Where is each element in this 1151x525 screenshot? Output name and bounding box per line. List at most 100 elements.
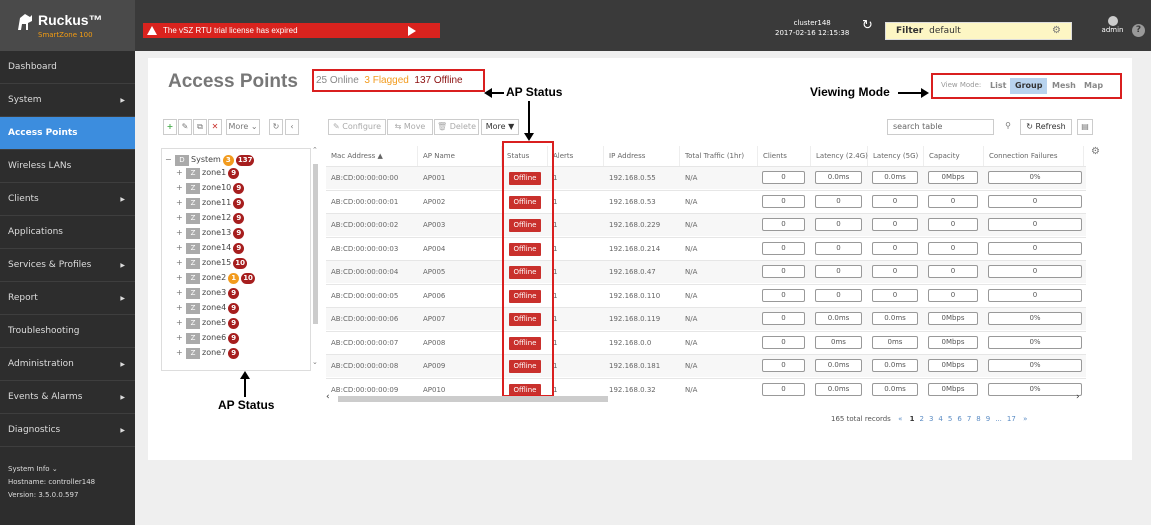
page-number[interactable]: 1 xyxy=(910,415,915,423)
table-row[interactable]: AB:CD:00:00:00:05 AP006 Offline 1 192.168.0.… xyxy=(326,283,1086,307)
play-icon[interactable] xyxy=(408,26,416,36)
table-settings-icon[interactable]: ⚙ xyxy=(1091,146,1100,157)
column-header[interactable]: Latency (5G) xyxy=(868,146,924,166)
clone-icon[interactable]: ⧉ xyxy=(193,119,207,135)
help-icon[interactable]: ? xyxy=(1132,24,1145,37)
tree-zone-item[interactable]: + Zzone3 9 xyxy=(176,286,240,299)
expand-icon[interactable]: + xyxy=(176,181,186,194)
tree-zone-item[interactable]: + Zzone14 9 xyxy=(176,241,245,254)
column-header[interactable]: Total Traffic (1hr) xyxy=(680,146,758,166)
table-scroll-thumb[interactable] xyxy=(338,396,608,402)
expand-icon[interactable]: + xyxy=(176,166,186,179)
column-header[interactable]: AP Name xyxy=(418,146,502,166)
sidebar-item-troubleshooting[interactable]: Troubleshooting xyxy=(0,315,135,348)
sidebar-item-events-alarms[interactable]: Events & Alarms ▶ xyxy=(0,381,135,414)
page-number[interactable]: 2 xyxy=(919,415,923,423)
configure-button[interactable]: ✎ Configure xyxy=(328,119,386,135)
expand-icon[interactable]: + xyxy=(176,301,186,314)
tree-scrollbar[interactable]: ⌃ ⌄ xyxy=(312,146,318,370)
page-number[interactable]: 9 xyxy=(986,415,990,423)
table-refresh-button[interactable]: ↻ Refresh xyxy=(1020,119,1072,135)
expand-icon[interactable]: + xyxy=(176,226,186,239)
sidebar-item-administration[interactable]: Administration ▶ xyxy=(0,348,135,381)
scroll-left-icon[interactable]: ‹ xyxy=(326,392,330,402)
tree-zone-item[interactable]: + Zzone11 9 xyxy=(176,196,245,209)
page-number[interactable]: 3 xyxy=(929,415,933,423)
table-row[interactable]: AB:CD:00:00:00:01 AP002 Offline 1 192.168.0.… xyxy=(326,189,1086,213)
sidebar-item-services-profiles[interactable]: Services & Profiles ▶ xyxy=(0,249,135,282)
column-header[interactable]: IP Address xyxy=(604,146,680,166)
edit-icon[interactable]: ✎ xyxy=(178,119,192,135)
logo[interactable]: Ruckus™ SmartZone 100 xyxy=(0,0,135,51)
chevron-down-icon[interactable]: ⌄ xyxy=(52,465,58,473)
scroll-up-icon[interactable]: ⌃ xyxy=(312,146,318,154)
column-header[interactable]: Latency (2.4G) xyxy=(811,146,868,166)
sidebar-item-dashboard[interactable]: Dashboard xyxy=(0,51,135,84)
sidebar-item-access-points[interactable]: Access Points xyxy=(0,117,135,150)
page-number[interactable]: 4 xyxy=(938,415,942,423)
view-mode-list[interactable]: List xyxy=(985,78,1011,94)
tree-refresh-icon[interactable]: ↻ xyxy=(269,119,283,135)
tree-zone-item[interactable]: + Zzone7 9 xyxy=(176,346,240,359)
table-row[interactable]: AB:CD:00:00:00:04 AP005 Offline 1 192.168.0.… xyxy=(326,260,1086,283)
tree-zone-item[interactable]: + Zzone10 9 xyxy=(176,181,245,194)
refresh-icon[interactable]: ↻ xyxy=(862,18,873,33)
tree-zone-item[interactable]: + Zzone13 9 xyxy=(176,226,245,239)
filter-field[interactable]: Filter default ⚙ xyxy=(885,22,1072,40)
tree-root-system[interactable]: − D System 3 137 xyxy=(165,153,255,166)
tree-scroll-thumb[interactable] xyxy=(313,164,318,324)
column-header[interactable]: Clients xyxy=(758,146,811,166)
page-number[interactable]: 7 xyxy=(967,415,971,423)
prev-page-button[interactable]: « xyxy=(898,415,902,423)
columns-icon[interactable]: ▤ xyxy=(1077,119,1093,135)
table-row[interactable]: AB:CD:00:00:00:07 AP008 Offline 1 192.168.0.… xyxy=(326,330,1086,354)
view-mode-mesh[interactable]: Mesh xyxy=(1047,78,1081,94)
expand-icon[interactable]: + xyxy=(176,211,186,224)
column-header[interactable]: Mac Address ▲ xyxy=(326,146,418,166)
license-alert-banner[interactable]: The vSZ RTU trial license has expired xyxy=(143,23,440,38)
delete-icon[interactable]: ✕ xyxy=(208,119,222,135)
tree-zone-item[interactable]: + Zzone5 9 xyxy=(176,316,240,329)
page-number[interactable]: 6 xyxy=(957,415,961,423)
expand-icon[interactable]: + xyxy=(176,331,186,344)
search-icon[interactable]: ⚲ xyxy=(1001,119,1015,135)
expand-icon[interactable]: + xyxy=(176,316,186,329)
table-horizontal-scrollbar[interactable]: ‹ › xyxy=(326,392,1086,403)
online-count[interactable]: 25 Online xyxy=(316,75,359,86)
tree-zone-item[interactable]: + Zzone4 9 xyxy=(176,301,240,314)
table-row[interactable]: AB:CD:00:00:00:08 AP009 Offline 1 192.168.0.… xyxy=(326,354,1086,377)
sidebar-item-applications[interactable]: Applications xyxy=(0,216,135,249)
sidebar-item-diagnostics[interactable]: Diagnostics ▶ xyxy=(0,414,135,447)
view-mode-map[interactable]: Map xyxy=(1079,78,1108,94)
expand-icon[interactable]: + xyxy=(176,196,186,209)
table-row[interactable]: AB:CD:00:00:00:00 AP001 Offline 1 192.168.0.… xyxy=(326,166,1086,189)
next-page-button[interactable]: » xyxy=(1023,415,1027,423)
collapse-icon[interactable]: − xyxy=(165,153,175,166)
user-menu[interactable]: admin xyxy=(1100,16,1125,34)
collapse-panel-icon[interactable]: ‹ xyxy=(285,119,299,135)
expand-icon[interactable]: + xyxy=(176,286,186,299)
flagged-count[interactable]: 3 Flagged xyxy=(364,75,408,86)
page-number[interactable]: ... xyxy=(995,415,1002,423)
tree-zone-item[interactable]: + Zzone2 1 10 xyxy=(176,271,255,284)
page-number[interactable]: 5 xyxy=(948,415,952,423)
tree-more-button[interactable]: More ⌄ xyxy=(226,119,260,135)
sidebar-item-system[interactable]: System ▶ xyxy=(0,84,135,117)
expand-icon[interactable]: + xyxy=(176,256,186,269)
page-scrollbar[interactable] xyxy=(1144,51,1151,525)
add-icon[interactable]: + xyxy=(163,119,177,135)
search-input[interactable]: search table xyxy=(887,119,994,135)
expand-icon[interactable]: + xyxy=(176,241,186,254)
system-info-title[interactable]: System Info ⌄ xyxy=(8,463,95,476)
offline-count[interactable]: 137 Offline xyxy=(414,75,462,86)
tree-zone-item[interactable]: + Zzone15 10 xyxy=(176,256,248,269)
page-number[interactable]: 8 xyxy=(976,415,980,423)
sidebar-item-wireless-lans[interactable]: Wireless LANs xyxy=(0,150,135,183)
column-header[interactable]: Connection Failures xyxy=(984,146,1084,166)
sidebar-item-report[interactable]: Report ▶ xyxy=(0,282,135,315)
tree-zone-item[interactable]: + Zzone1 9 xyxy=(176,166,240,179)
tree-zone-item[interactable]: + Zzone6 9 xyxy=(176,331,240,344)
gear-icon[interactable]: ⚙ xyxy=(1052,23,1061,39)
scroll-down-icon[interactable]: ⌄ xyxy=(312,358,318,366)
tree-zone-item[interactable]: + Zzone12 9 xyxy=(176,211,245,224)
